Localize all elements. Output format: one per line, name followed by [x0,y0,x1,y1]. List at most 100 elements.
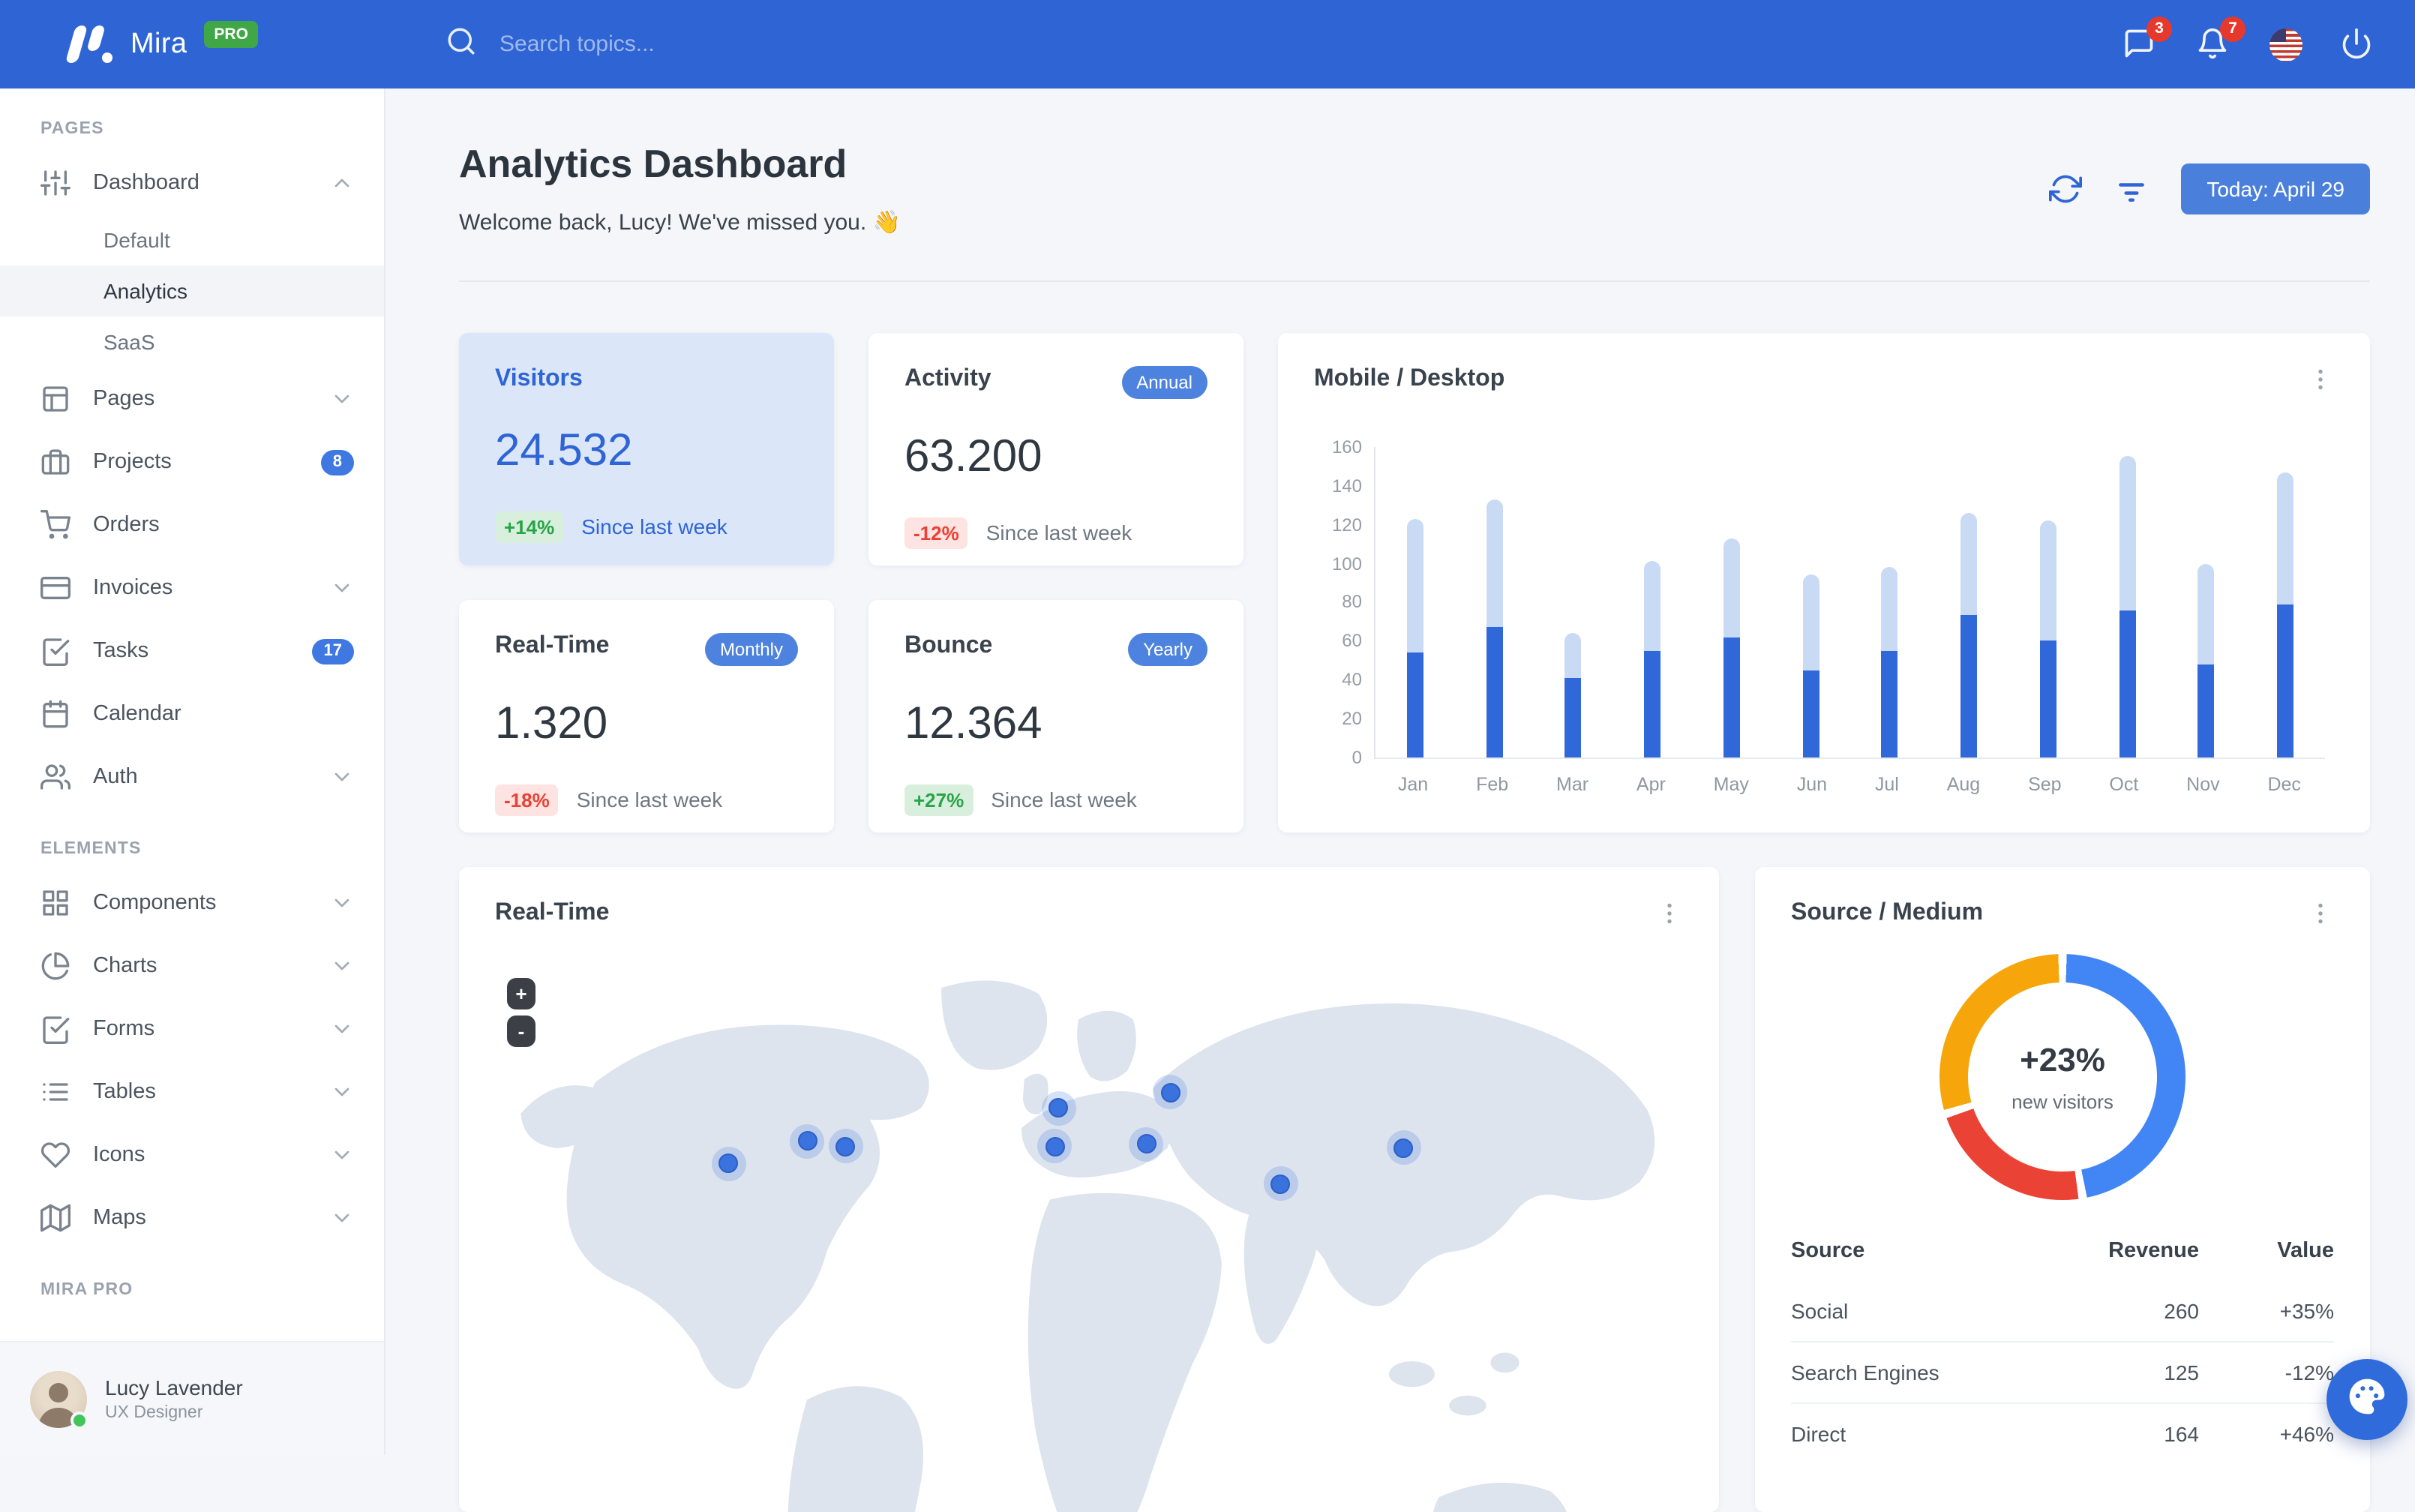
main-content: Analytics Dashboard Welcome back, Lucy! … [386,88,2415,1512]
map-menu-button[interactable] [1656,900,1683,927]
online-status-dot [70,1411,88,1429]
x-axis-label: Jan [1397,773,1429,795]
map-marker [1129,1126,1164,1162]
sidebar-item-dashboard[interactable]: Dashboard [0,152,384,214]
sidebar-count-badge: 8 [320,449,354,475]
delta-chip: +14% [495,511,564,543]
language-flag-us[interactable] [2270,28,2302,61]
bar-jul [1881,567,1898,758]
map-zoom-out-button[interactable]: - [507,1015,536,1047]
sign-out-button[interactable] [2340,26,2376,62]
briefcase-icon [40,447,70,477]
refresh-button[interactable] [2049,172,2083,206]
sidebar-item-icons[interactable]: Icons [0,1124,384,1186]
source-menu-button[interactable] [2307,900,2334,927]
sidebar-subitem-analytics[interactable]: Analytics [0,266,384,316]
page-subtitle: Welcome back, Lucy! We've missed you. 👋 [459,209,901,236]
y-axis-tick: 0 [1352,746,1362,768]
pie-chart-icon [40,951,70,981]
more-vertical-icon [1656,903,1683,933]
sidebar-item-invoices[interactable]: Invoices [0,556,384,620]
x-axis-label: Oct [2109,773,2139,795]
notifications-button[interactable]: 7 [2196,16,2246,62]
delta-chip: +27% [904,784,974,816]
sidebar-item-auth[interactable]: Auth [0,746,384,808]
sidebar-item-projects[interactable]: Projects 8 [0,430,384,494]
x-axis-label: Jun [1796,773,1828,795]
sidebar-item-tables[interactable]: Tables [0,1060,384,1124]
sidebar-subitem-saas[interactable]: SaaS [0,316,384,368]
bar-feb [1486,499,1503,758]
shopping-cart-icon [40,510,70,540]
stat-card-visitors: Visitors 24.532 +14% Since last week [459,332,834,566]
grid-icon [40,888,70,918]
sidebar: PAGES Dashboard Default Analytics SaaS Pages P… [0,88,386,1455]
sidebar-item-components[interactable]: Components [0,872,384,934]
map-marker [711,1146,746,1181]
messages-button[interactable]: 3 [2122,16,2172,65]
table-row-social: Social 260 +35% [1791,1281,2334,1342]
search-input[interactable] [496,30,892,58]
chevron-down-icon [330,387,354,411]
stat-note: Since last week [581,514,728,539]
sidebar-item-pages[interactable]: Pages [0,368,384,430]
messages-count-badge: 3 [2146,16,2172,41]
sidebar-item-maps[interactable]: Maps [0,1186,384,1250]
chevron-down-icon [330,954,354,978]
stat-title: Activity [904,365,992,392]
mobile-desktop-chart-card: Mobile / Desktop 0 20 40 60 80 100 120 140 160 J… [1278,332,2370,832]
bar-mar [1564,633,1582,758]
stat-note: Since last week [991,788,1137,812]
cell-value: +35% [2279,1298,2334,1323]
sidebar-item-forms[interactable]: Forms [0,998,384,1060]
bar-oct [2119,456,2136,758]
sidebar-item-calendar[interactable]: Calendar [0,682,384,746]
bar-chart-plot: 0 20 40 60 80 100 120 140 160 [1332,436,2325,768]
brand[interactable]: Mira PRO [0,20,386,64]
y-axis-tick: 40 [1342,669,1362,691]
message-square-icon [2122,28,2156,65]
avatar [30,1370,88,1429]
bar-may [1723,538,1740,758]
donut-center-label: new visitors [2012,1090,2114,1113]
map-marker [1386,1130,1421,1166]
date-range-button[interactable]: Today: April 29 [2181,163,2370,214]
x-axis-label: Sep [2028,773,2062,795]
x-axis-label: Feb [1476,773,1509,795]
sidebar-item-charts[interactable]: Charts [0,934,384,998]
stat-title: Real-Time [495,632,610,658]
chevron-up-icon [330,171,354,195]
stat-value: 63.200 [904,431,1042,482]
stat-note: Since last week [576,788,723,812]
y-axis-tick: 120 [1331,514,1362,536]
y-axis-tick: 60 [1342,630,1362,652]
filter-icon [2115,183,2148,212]
y-axis-tick: 160 [1331,436,1362,458]
bar-dec [2277,472,2294,758]
map-marker [1037,1129,1072,1164]
filter-button[interactable] [2115,172,2148,206]
search-icon [446,25,477,64]
chevron-down-icon [330,1206,354,1230]
theme-settings-fab[interactable] [2326,1359,2408,1440]
sidebar-subitem-default[interactable]: Default [0,214,384,266]
chevron-down-icon [330,576,354,600]
mira-logo-icon [64,24,114,64]
users-icon [40,762,70,792]
sidebar-section-label-pages: PAGES [40,120,104,138]
delta-chip: -18% [495,784,559,816]
chart-menu-button[interactable] [2307,366,2334,393]
sidebar-count-badge: 17 [311,638,354,664]
sidebar-item-tasks[interactable]: Tasks 17 [0,620,384,682]
user-profile[interactable]: Lucy Lavender UX Designer [0,1341,384,1455]
sidebar-item-orders[interactable]: Orders [0,494,384,556]
map-zoom-in-button[interactable]: + [507,977,536,1010]
chevron-down-icon [330,891,354,915]
y-axis-tick: 80 [1342,591,1362,613]
map-marker [1041,1090,1076,1126]
chart-title: Mobile / Desktop [1314,365,1505,392]
bar-sep [2039,520,2056,758]
map-title: Real-Time [495,899,610,926]
map-marker [790,1124,825,1159]
map-marker [1153,1075,1188,1110]
